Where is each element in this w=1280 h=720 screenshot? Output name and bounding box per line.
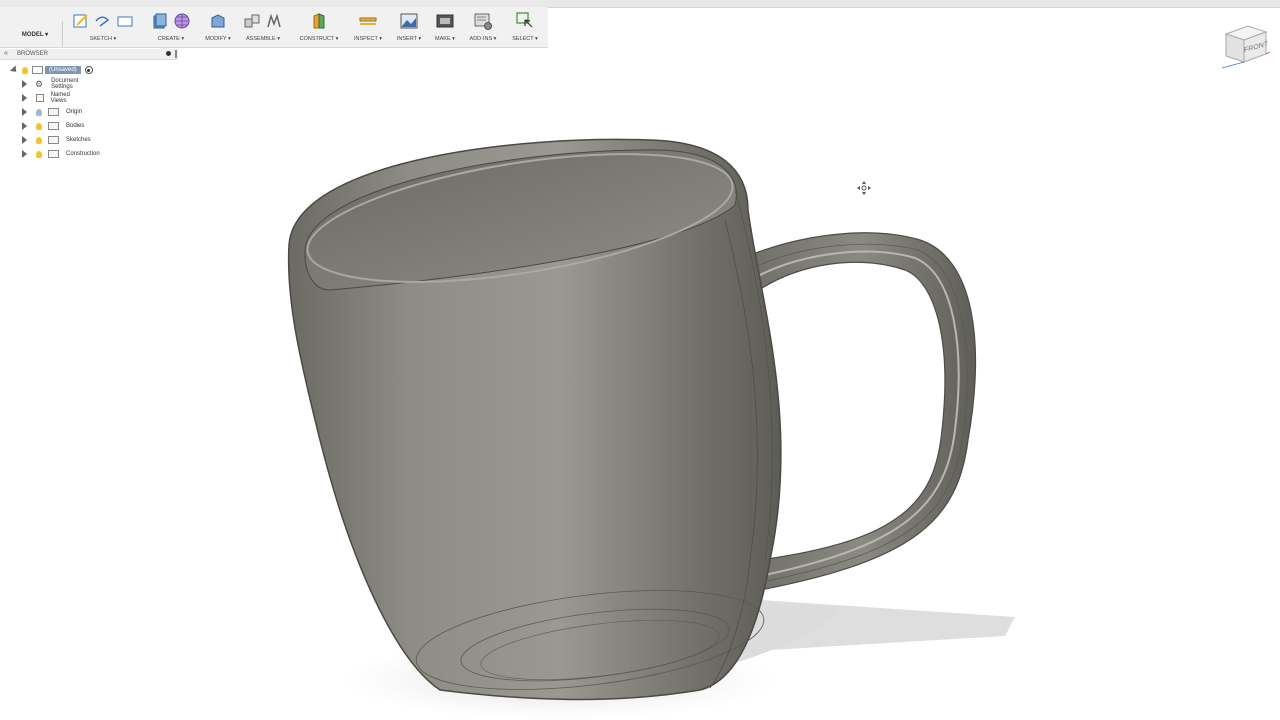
tree-item-bodies[interactable]: Bodies bbox=[22, 120, 84, 132]
press-pull-icon[interactable] bbox=[209, 12, 227, 30]
visibility-bulb-icon[interactable] bbox=[36, 136, 42, 144]
modify-menu[interactable]: MODIFY ▾ bbox=[202, 36, 234, 42]
measure-icon[interactable] bbox=[359, 12, 377, 30]
folder-icon bbox=[48, 108, 59, 116]
expand-icon[interactable] bbox=[22, 136, 27, 144]
expand-icon[interactable] bbox=[22, 150, 27, 158]
toolbar-group-make: MAKE ▾ bbox=[430, 10, 460, 46]
addins-menu[interactable]: ADD-INS ▾ bbox=[466, 36, 500, 42]
tree-item-label: Named Views bbox=[50, 92, 70, 104]
tree-item-document-settings[interactable]: ⚙ Document Settings bbox=[22, 78, 78, 90]
folder-icon bbox=[36, 94, 44, 102]
activate-radio[interactable] bbox=[84, 66, 93, 74]
insert-menu[interactable]: INSERT ▾ bbox=[392, 36, 426, 42]
tree-item-named-views[interactable]: Named Views bbox=[22, 92, 73, 104]
workspace-switcher[interactable]: MODEL ▾ bbox=[8, 21, 63, 47]
expand-icon[interactable] bbox=[22, 122, 27, 130]
visibility-bulb-icon[interactable] bbox=[36, 108, 42, 116]
visibility-bulb-icon[interactable] bbox=[22, 66, 28, 74]
sketch-menu[interactable]: SKETCH ▾ bbox=[66, 36, 140, 42]
toolbar-group-insert: INSERT ▾ bbox=[392, 10, 426, 46]
tree-item-origin[interactable]: Origin bbox=[22, 106, 82, 118]
collapse-panel-icon[interactable]: « bbox=[4, 50, 8, 57]
toolbar-group-modify: MODIFY ▾ bbox=[202, 10, 234, 46]
toolbar-group-sketch: SKETCH ▾ bbox=[66, 10, 140, 46]
insert-image-icon[interactable] bbox=[400, 12, 418, 30]
form-icon[interactable] bbox=[173, 12, 191, 30]
extrude-icon[interactable] bbox=[151, 12, 169, 30]
expand-icon[interactable] bbox=[22, 94, 27, 102]
toolbar-group-construct: CONSTRUCT ▾ bbox=[296, 10, 342, 46]
visibility-bulb-icon[interactable] bbox=[36, 150, 42, 158]
move-cursor-icon bbox=[856, 180, 872, 196]
pin-icon[interactable] bbox=[166, 51, 171, 56]
resize-grip[interactable] bbox=[175, 50, 177, 58]
visibility-bulb-icon[interactable] bbox=[36, 122, 42, 130]
construct-menu[interactable]: CONSTRUCT ▾ bbox=[296, 36, 342, 42]
tree-item-sketches[interactable]: Sketches bbox=[22, 134, 91, 146]
offset-plane-icon[interactable] bbox=[310, 12, 328, 30]
expand-root-icon[interactable] bbox=[9, 65, 20, 75]
gear-icon: ⚙ bbox=[35, 79, 44, 89]
joint-icon[interactable] bbox=[265, 12, 283, 30]
toolbar-group-create: CREATE ▾ bbox=[144, 10, 198, 46]
toolbar-group-assemble: ASSEMBLE ▾ bbox=[240, 10, 286, 46]
toolbar-group-select: SELECT ▾ bbox=[508, 10, 542, 46]
browser-header: « BROWSER bbox=[0, 49, 178, 60]
mug-handle[interactable] bbox=[747, 232, 977, 591]
tree-item-label: Sketches bbox=[66, 137, 91, 143]
new-component-icon[interactable] bbox=[243, 12, 261, 30]
folder-icon bbox=[48, 150, 59, 158]
tree-item-label: Document Settings bbox=[51, 78, 79, 90]
mug-body[interactable] bbox=[287, 130, 782, 706]
tree-root[interactable]: (Unsaved) bbox=[9, 64, 122, 76]
toolbar-group-addins: ADD-INS ▾ bbox=[466, 10, 500, 46]
assemble-menu[interactable]: ASSEMBLE ▾ bbox=[240, 36, 286, 42]
tree-item-label: Bodies bbox=[66, 123, 85, 129]
rectangle-icon[interactable] bbox=[116, 12, 134, 30]
tree-item-label: Construction bbox=[66, 151, 100, 157]
folder-icon bbox=[48, 136, 59, 144]
create-menu[interactable]: CREATE ▾ bbox=[144, 36, 198, 42]
3d-print-icon[interactable] bbox=[436, 12, 454, 30]
folder-icon bbox=[48, 122, 59, 130]
viewport[interactable] bbox=[0, 0, 1280, 720]
line-icon[interactable] bbox=[94, 12, 112, 30]
viewcube[interactable]: FRONT bbox=[1218, 18, 1272, 70]
expand-icon[interactable] bbox=[22, 108, 27, 116]
tree-item-construction[interactable]: Construction bbox=[22, 148, 100, 160]
select-icon[interactable] bbox=[516, 12, 534, 30]
document-icon bbox=[32, 66, 43, 74]
root-label[interactable]: (Unsaved) bbox=[45, 66, 81, 74]
inspect-menu[interactable]: INSPECT ▾ bbox=[350, 36, 386, 42]
toolbar-group-inspect: INSPECT ▾ bbox=[350, 10, 386, 46]
expand-icon[interactable] bbox=[22, 80, 27, 88]
browser-title: BROWSER bbox=[17, 51, 49, 57]
toolbar: MODEL ▾ SKETCH ▾ CREATE ▾ MODIFY ▾ ASSEM… bbox=[0, 7, 548, 48]
tree-item-label: Origin bbox=[66, 109, 83, 115]
scripts-addins-icon[interactable] bbox=[474, 12, 492, 30]
create-sketch-icon[interactable] bbox=[72, 12, 90, 30]
make-menu[interactable]: MAKE ▾ bbox=[430, 36, 460, 42]
select-menu[interactable]: SELECT ▾ bbox=[508, 36, 542, 42]
